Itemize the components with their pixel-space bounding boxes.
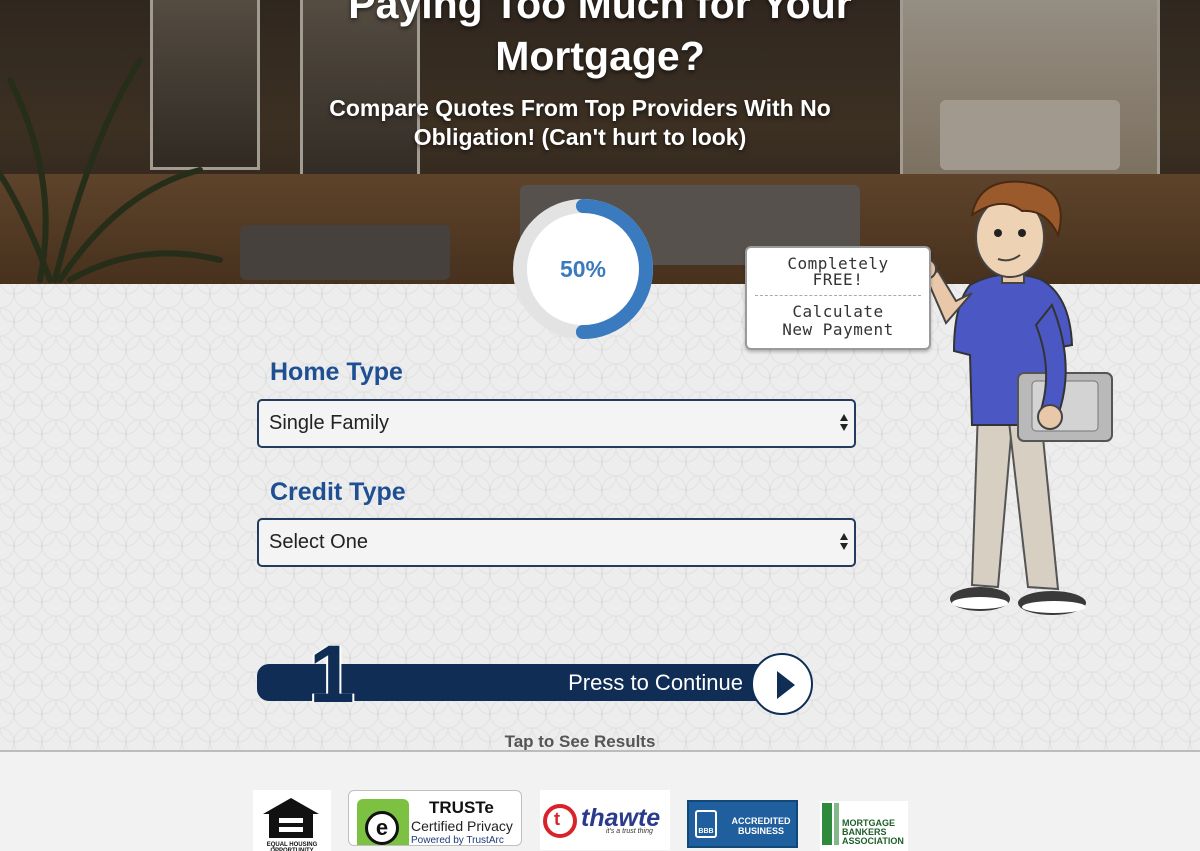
progress-ring: 50%	[512, 198, 654, 340]
home-type-value: Single Family	[269, 412, 390, 434]
mba-logo-stripe	[834, 803, 839, 845]
equal-housing-badge[interactable]: EQUAL HOUSING OPPORTUNITY	[253, 790, 331, 851]
mba-badge[interactable]: MORTGAGE BANKERS ASSOCIATION	[820, 801, 908, 851]
hero-title-line1: Paying Too Much for Your	[348, 0, 852, 27]
sign-divider	[755, 295, 921, 296]
truste-badge[interactable]: e TRUSTe Certified Privacy Powered by Tr…	[348, 790, 522, 846]
truste-title: TRUSTe	[429, 798, 494, 817]
mba-text: MORTGAGE BANKERS ASSOCIATION	[842, 818, 904, 846]
equal-housing-caption: EQUAL HOUSING OPPORTUNITY	[266, 842, 318, 851]
progress-label: 50%	[559, 256, 607, 282]
truste-line3: Powered by TrustArc	[411, 835, 504, 846]
sign-line-3: Calculate	[792, 302, 884, 321]
hero-title: Paying Too Much for Your Mortgage?	[0, 0, 1200, 82]
bbb-text: ACCREDITED BUSINESS	[731, 816, 791, 836]
continue-label: Press to Continue	[568, 670, 743, 695]
hero-title-line2: Mortgage?	[495, 33, 705, 79]
continue-arrow-button[interactable]	[751, 653, 813, 715]
home-type-label: Home Type	[270, 358, 403, 386]
truste-logo-icon: e	[357, 799, 409, 845]
hero-subtitle: Compare Quotes From Top Providers With N…	[329, 95, 831, 150]
credit-type-value: Select One	[269, 531, 368, 553]
thawte-logo-icon: t	[543, 804, 577, 838]
thawte-tagline: it's a trust thing	[606, 828, 653, 835]
credit-type-label: Credit Type	[270, 478, 406, 506]
mba-logo-icon	[822, 803, 832, 845]
mascot-speech-sign: Completely FREE! Calculate New Payment	[745, 246, 931, 350]
thawte-badge[interactable]: t thawte it's a trust thing	[540, 790, 670, 850]
bbb-logo-icon: BBB	[695, 810, 717, 838]
sign-line-2: FREE!	[812, 270, 864, 289]
mascot-illustration	[915, 180, 1113, 615]
sign-line-4: New Payment	[782, 320, 894, 339]
play-arrow-icon	[777, 671, 795, 699]
truste-line2: Certified Privacy	[411, 818, 513, 834]
bbb-badge[interactable]: BBB ACCREDITED BUSINESS	[687, 800, 798, 848]
step-number: 1	[309, 629, 355, 720]
tap-to-see-results: Tap to See Results	[504, 732, 656, 751]
equal-housing-icon	[263, 798, 319, 838]
